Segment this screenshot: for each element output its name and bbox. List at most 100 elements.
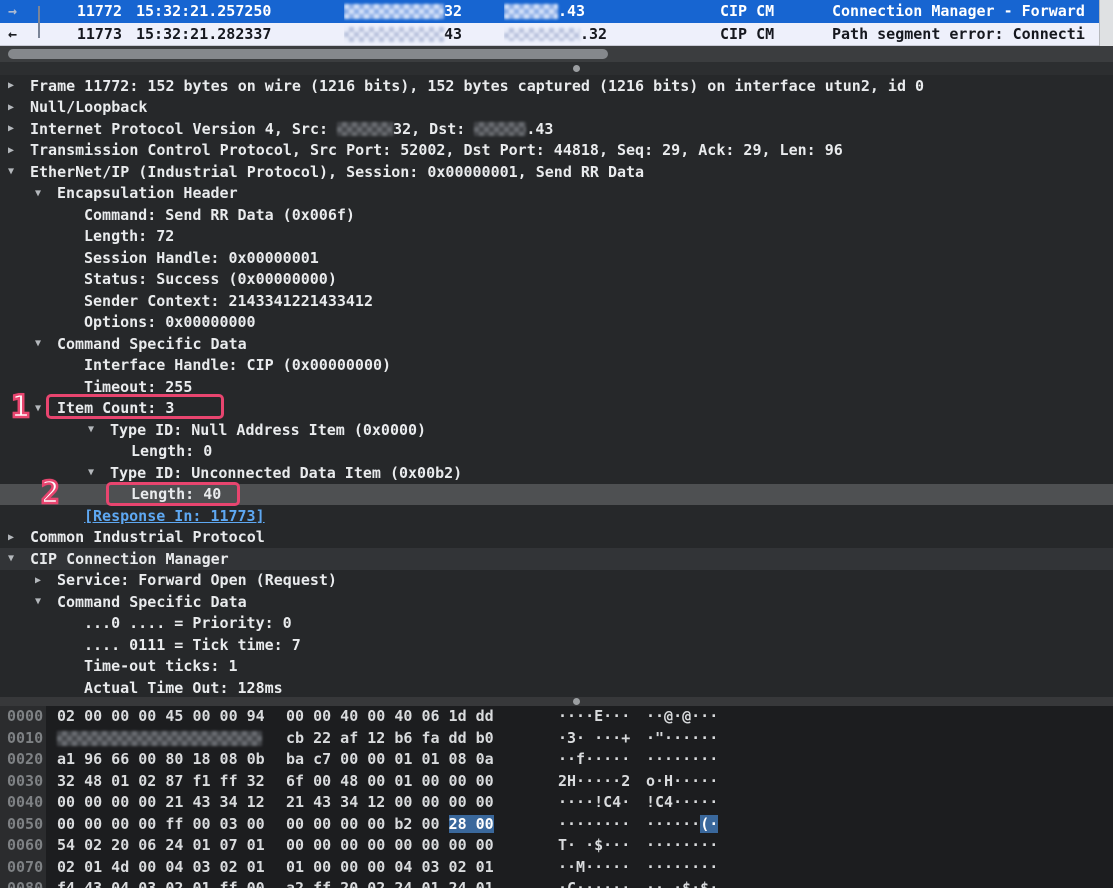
- hex-offset: 0010: [7, 728, 43, 750]
- packet-number: 11772: [44, 0, 128, 23]
- tree-row-response-in[interactable]: [Response In: 11773]: [0, 505, 1113, 527]
- tree-row-cm-command-specific-data[interactable]: ▼Command Specific Data: [0, 591, 1113, 613]
- hex-bytes: a2 ff 20 02 24 01 24 01: [286, 878, 494, 888]
- tree-row-command[interactable]: Command: Send RR Data (0x006f): [0, 204, 1113, 226]
- redacted-hex-bytes: [57, 728, 262, 750]
- tree-row-item-count[interactable]: ▼Item Count: 3: [0, 398, 1113, 420]
- tree-row-label: Type ID: Unconnected Data Item (0x00b2): [110, 464, 462, 482]
- tree-row-options[interactable]: Options: 0x00000000: [0, 312, 1113, 334]
- ascii-bytes: ·3· ···+: [558, 728, 630, 750]
- collapsed-arrow-icon[interactable]: ▶: [8, 80, 30, 91]
- hex-row-0020[interactable]: 0020a1 96 66 00 80 18 08 0bba c7 00 00 0…: [0, 749, 1113, 771]
- tree-row-timeout-ticks[interactable]: Time-out ticks: 1: [0, 656, 1113, 678]
- tree-row-priority[interactable]: ...0 .... = Priority: 0: [0, 613, 1113, 635]
- redacted-source-ip: [337, 122, 393, 136]
- ascii-bytes: ··f·····: [558, 749, 630, 771]
- expanded-arrow-icon[interactable]: ▼: [8, 553, 30, 564]
- packet-row-11772[interactable]: → 11772 15:32:21.257250 32 .43 CIP CM Co…: [0, 0, 1113, 23]
- hex-row-0050[interactable]: 005000 00 00 00 ff 00 03 0000 00 00 00 b…: [0, 814, 1113, 836]
- tree-row-encapsulation-header[interactable]: ▼Encapsulation Header: [0, 183, 1113, 205]
- tree-row-label: EtherNet/IP (Industrial Protocol), Sessi…: [30, 163, 644, 181]
- tree-row-enip[interactable]: ▼EtherNet/IP (Industrial Protocol), Sess…: [0, 161, 1113, 183]
- tree-row-label: Length: 72: [84, 227, 174, 245]
- hex-row-0070[interactable]: 007002 01 4d 00 04 03 02 0101 00 00 00 0…: [0, 857, 1113, 879]
- collapsed-arrow-icon[interactable]: ▶: [8, 532, 30, 543]
- hex-bytes: 32 48 01 02 87 f1 ff 32: [57, 771, 265, 793]
- hex-row-0060[interactable]: 006054 02 20 06 24 01 07 0100 00 00 00 0…: [0, 835, 1113, 857]
- ascii-bytes: ··M·····: [558, 857, 630, 879]
- tree-row-label: Actual Time Out: 128ms: [84, 679, 283, 697]
- tree-row-label: Transmission Control Protocol, Src Port:…: [30, 141, 843, 159]
- response-in-link[interactable]: [Response In: 11773]: [84, 507, 265, 525]
- tree-row-frame[interactable]: ▶Frame 11772: 152 bytes on wire (1216 bi…: [0, 75, 1113, 97]
- expanded-arrow-icon[interactable]: ▼: [8, 166, 30, 177]
- tree-row-command-specific-data[interactable]: ▼Command Specific Data: [0, 333, 1113, 355]
- redacted-destination-ip: [474, 122, 526, 136]
- divider-grip-icon: [573, 65, 580, 72]
- tree-row-length-0[interactable]: Length: 0: [0, 441, 1113, 463]
- tree-row-session-handle[interactable]: Session Handle: 0x00000001: [0, 247, 1113, 269]
- packet-row-11773[interactable]: ← 11773 15:32:21.282337 43 .32 CIP CM Pa…: [0, 23, 1113, 46]
- expanded-arrow-icon[interactable]: ▼: [35, 188, 57, 199]
- wireshark-window: → 11772 15:32:21.257250 32 .43 CIP CM Co…: [0, 0, 1113, 888]
- collapsed-arrow-icon[interactable]: ▶: [8, 102, 30, 113]
- collapsed-arrow-icon[interactable]: ▶: [8, 123, 30, 134]
- expanded-arrow-icon[interactable]: ▼: [35, 596, 57, 607]
- ascii-bytes: o·H·····: [646, 771, 718, 793]
- pane-divider-top[interactable]: [0, 62, 1113, 75]
- tree-row-cip-connection-manager[interactable]: ▼CIP Connection Manager: [0, 548, 1113, 570]
- expanded-arrow-icon[interactable]: ▼: [35, 403, 57, 414]
- tree-row-label: Type ID: Null Address Item (0x0000): [110, 421, 426, 439]
- packet-protocol: CIP CM: [720, 0, 832, 23]
- hex-bytes: 00 00 40 00 40 06 1d dd: [286, 706, 494, 728]
- hex-row-0080[interactable]: 0080f4 43 04 03 02 01 ff 00a2 ff 20 02 2…: [0, 878, 1113, 888]
- hex-bytes: cb 22 af 12 b6 fa dd b0: [286, 728, 494, 750]
- tree-row-label: Status: Success (0x00000000): [84, 270, 337, 288]
- highlighted-ascii[interactable]: (·: [700, 815, 718, 833]
- hex-row-0030[interactable]: 003032 48 01 02 87 f1 ff 326f 00 48 00 0…: [0, 771, 1113, 793]
- hex-offset: 0070: [7, 857, 43, 879]
- tree-row-label: 32, Dst:: [393, 120, 474, 138]
- tree-row-type-id-null-address[interactable]: ▼Type ID: Null Address Item (0x0000): [0, 419, 1113, 441]
- tree-row-label: Encapsulation Header: [57, 184, 238, 202]
- tree-row-service-forward-open[interactable]: ▶Service: Forward Open (Request): [0, 570, 1113, 592]
- hex-bytes: f4 43 04 03 02 01 ff 00: [57, 878, 265, 888]
- tree-row-null-loopback[interactable]: ▶Null/Loopback: [0, 97, 1113, 119]
- packet-list: → 11772 15:32:21.257250 32 .43 CIP CM Co…: [0, 0, 1113, 46]
- tree-row-status[interactable]: Status: Success (0x00000000): [0, 269, 1113, 291]
- ascii-bytes: ····!C4·: [558, 792, 630, 814]
- redacted-source-ip: [344, 27, 444, 42]
- pane-divider-bottom[interactable]: [0, 697, 1113, 706]
- expanded-arrow-icon[interactable]: ▼: [88, 467, 110, 478]
- tree-row-actual-time-out[interactable]: Actual Time Out: 128ms: [0, 677, 1113, 697]
- collapsed-arrow-icon[interactable]: ▶: [8, 145, 30, 156]
- horizontal-scrollbar-thumb[interactable]: [8, 49, 608, 59]
- packet-destination: .43: [504, 0, 720, 23]
- tree-row-type-id-unconnected[interactable]: ▼Type ID: Unconnected Data Item (0x00b2): [0, 462, 1113, 484]
- hex-row-0040[interactable]: 004000 00 00 00 21 43 34 1221 43 34 12 0…: [0, 792, 1113, 814]
- tree-row-label: .43: [526, 120, 553, 138]
- tree-row-length-40-selected[interactable]: Length: 40: [0, 484, 1113, 506]
- tree-row-interface-handle[interactable]: Interface Handle: CIP (0x00000000): [0, 355, 1113, 377]
- highlighted-bytes-28-00[interactable]: 28 00: [449, 815, 494, 833]
- packet-list-vertical-scrollbar[interactable]: [1099, 0, 1113, 46]
- packet-source: 43: [344, 23, 504, 45]
- expanded-arrow-icon[interactable]: ▼: [35, 338, 57, 349]
- hex-bytes: 02 00 00 00 45 00 00 94: [57, 706, 265, 728]
- hex-offset: 0040: [7, 792, 43, 814]
- packet-list-horizontal-scrollbar[interactable]: [0, 46, 1113, 62]
- hex-bytes: 21 43 34 12 00 00 00 00: [286, 792, 494, 814]
- tree-row-tick-time[interactable]: .... 0111 = Tick time: 7: [0, 634, 1113, 656]
- hex-row-0000[interactable]: 000002 00 00 00 45 00 00 9400 00 40 00 4…: [0, 706, 1113, 728]
- tree-row-cip[interactable]: ▶Common Industrial Protocol: [0, 527, 1113, 549]
- collapsed-arrow-icon[interactable]: ▶: [35, 575, 57, 586]
- tree-row-timeout[interactable]: Timeout: 255: [0, 376, 1113, 398]
- tree-row-ipv4[interactable]: ▶Internet Protocol Version 4, Src: 32, D…: [0, 118, 1113, 140]
- tree-row-label: CIP Connection Manager: [30, 550, 229, 568]
- tree-row-tcp[interactable]: ▶Transmission Control Protocol, Src Port…: [0, 140, 1113, 162]
- ascii-bytes: 2H·····2: [558, 771, 630, 793]
- tree-row-length-72[interactable]: Length: 72: [0, 226, 1113, 248]
- expanded-arrow-icon[interactable]: ▼: [88, 424, 110, 435]
- tree-row-sender-context[interactable]: Sender Context: 2143341221433412: [0, 290, 1113, 312]
- hex-row-0010[interactable]: 0010cb 22 af 12 b6 fa dd b0·3· ···+·"···…: [0, 728, 1113, 750]
